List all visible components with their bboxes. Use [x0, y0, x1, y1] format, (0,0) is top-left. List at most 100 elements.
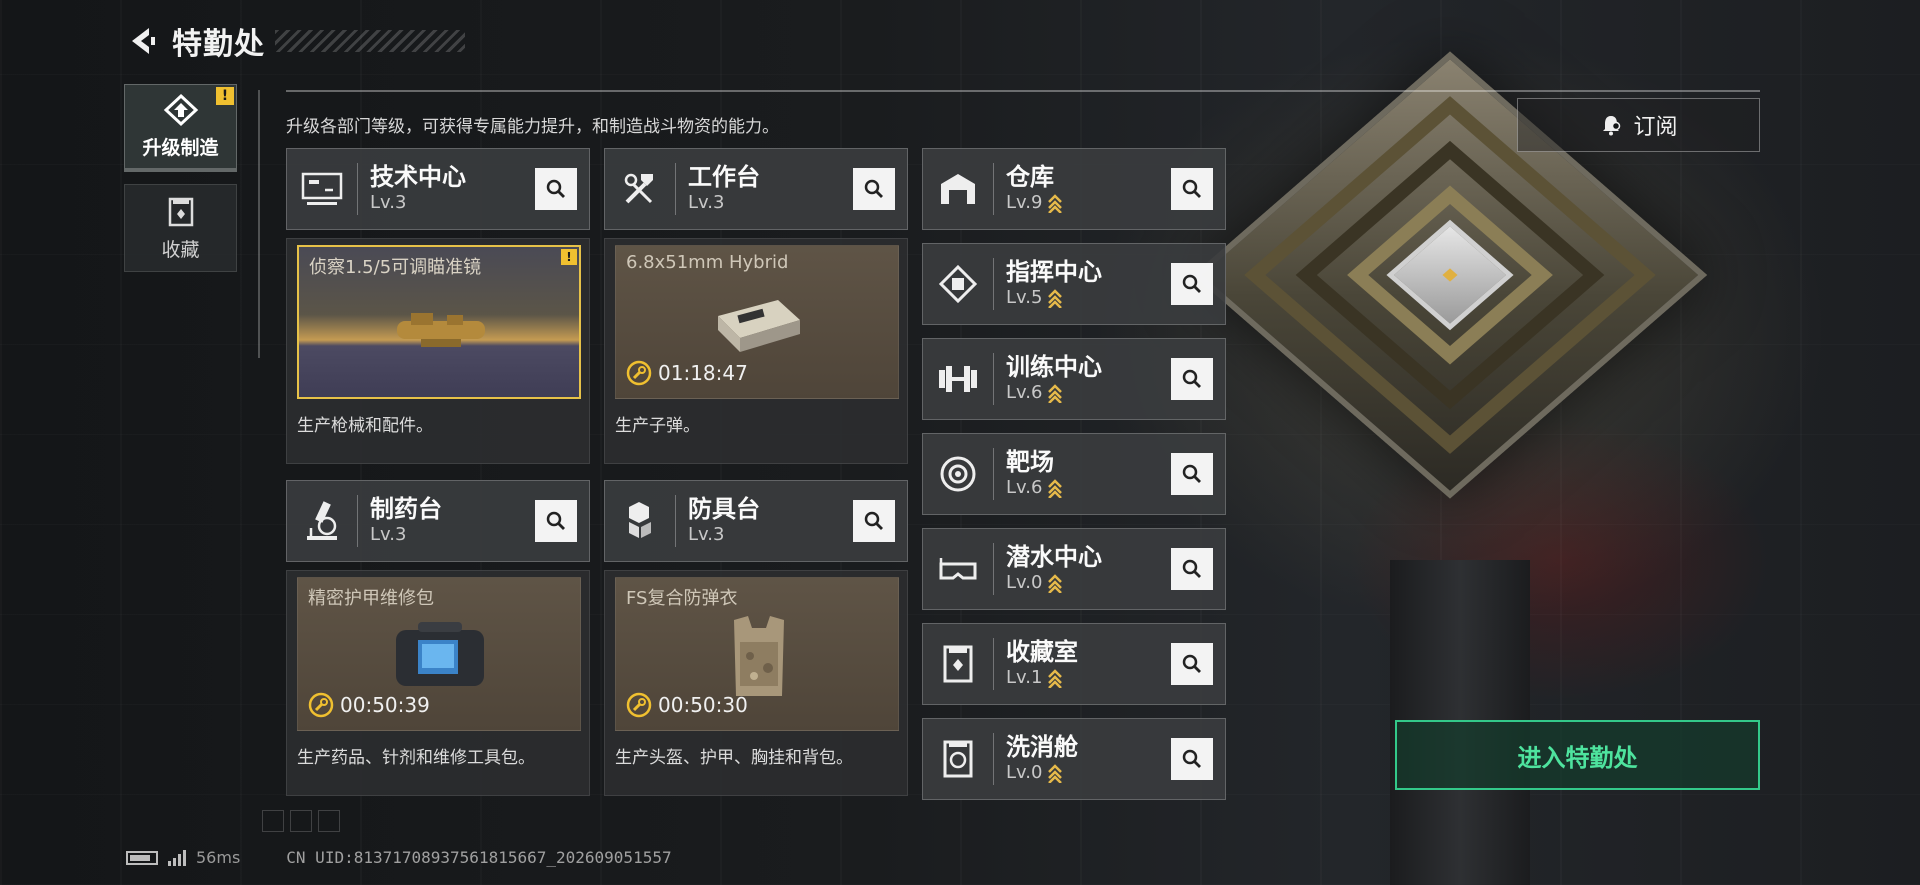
battery-icon [126, 850, 158, 865]
tools-icon [624, 173, 653, 204]
upgrade-available-icon [1048, 479, 1063, 498]
search-icon [864, 511, 883, 530]
search-button[interactable] [1171, 263, 1213, 305]
nav-collection[interactable]: 收藏 [124, 184, 237, 272]
station-collection-room[interactable]: 收藏室 Lv.1 [922, 623, 1226, 705]
station-name: 靶场 [1006, 448, 1054, 476]
station-info: 防具台 Lv.3 [688, 495, 853, 547]
search-icon [1182, 749, 1201, 768]
timer-value: 00:50:39 [340, 693, 430, 717]
wrench-timer-icon [626, 692, 652, 718]
station-name: 工作台 [688, 163, 760, 191]
product-name: 精密护甲维修包 [308, 588, 434, 609]
bell-icon [1603, 116, 1621, 136]
search-icon [1182, 274, 1201, 293]
target-icon [940, 456, 976, 492]
search-icon [1182, 179, 1201, 198]
enter-special-ops-button[interactable]: 进入特勤处 [1395, 720, 1760, 790]
search-button[interactable] [1171, 548, 1213, 590]
station-level: Lv.6 [1006, 382, 1043, 403]
search-button[interactable] [1171, 453, 1213, 495]
subscribe-button[interactable]: 订阅 [1517, 98, 1760, 152]
search-button[interactable] [1171, 643, 1213, 685]
station-decon-chamber[interactable]: 洗消舱 Lv.0 [922, 718, 1226, 800]
search-button[interactable] [853, 168, 895, 210]
station-level: Lv.3 [688, 192, 725, 213]
station-name: 指挥中心 [1006, 258, 1102, 286]
station-command-center[interactable]: 指挥中心 Lv.5 [922, 243, 1226, 325]
station-tech-center[interactable]: 技术中心 Lv.3 [286, 148, 590, 230]
upgrade-available-icon [1048, 669, 1063, 688]
separator [675, 163, 676, 215]
upgrade-available-icon [1048, 384, 1063, 403]
repair-kit-image [396, 622, 484, 686]
product-slot[interactable]: FS复合防弹衣 00:50:30 [615, 577, 899, 731]
product-slot[interactable]: 精密护甲维修包 00:50:39 [297, 577, 581, 731]
divider-line-vertical [258, 90, 260, 358]
station-level-row: Lv.0 [1006, 571, 1171, 595]
station-info: 靶场 Lv.6 [1006, 448, 1171, 500]
search-button[interactable] [535, 168, 577, 210]
search-icon [546, 179, 565, 198]
station-pharmacy[interactable]: 制药台 Lv.3 [286, 480, 590, 562]
collection-icon [168, 197, 193, 226]
station-training-center[interactable]: 训练中心 Lv.6 [922, 338, 1226, 420]
back-button[interactable] [124, 21, 160, 61]
station-info: 洗消舱 Lv.0 [1006, 733, 1171, 785]
search-button[interactable] [853, 500, 895, 542]
station-diving-center[interactable]: 潜水中心 Lv.0 [922, 528, 1226, 610]
upgrade-available-icon [1048, 194, 1063, 213]
search-icon [1182, 464, 1201, 483]
station-level-row: Lv.1 [1006, 666, 1171, 690]
product-slot[interactable]: 6.8x51mm Hybrid 01:18:47 [615, 245, 899, 399]
separator [675, 495, 676, 547]
station-warehouse[interactable]: 仓库 Lv.9 [922, 148, 1226, 230]
search-button[interactable] [535, 500, 577, 542]
separator [357, 495, 358, 547]
station-info: 收藏室 Lv.1 [1006, 638, 1171, 690]
search-icon [1182, 559, 1201, 578]
station-armor[interactable]: 防具台 Lv.3 [604, 480, 908, 562]
separator [993, 448, 994, 500]
station-pharmacy-panel: 精密护甲维修包 00:50:39 生产药品、针剂和维修工具包。 [286, 570, 590, 796]
back-arrow-icon [132, 28, 155, 54]
product-name: FS复合防弹衣 [626, 588, 738, 609]
ammo-box-image [718, 300, 800, 352]
station-workbench-panel: 6.8x51mm Hybrid 01:18:47 生产子弹。 [604, 238, 908, 464]
station-name: 潜水中心 [1006, 543, 1102, 571]
page-description: 升级各部门等级，可获得专属能力提升，和制造战斗物资的能力。 [286, 117, 779, 137]
station-info: 工作台 Lv.3 [688, 163, 853, 215]
product-slot[interactable]: ! 侦察1.5/5可调瞄准镜 [297, 245, 581, 399]
station-info: 仓库 Lv.9 [1006, 163, 1171, 215]
wrench-timer-icon [626, 360, 652, 386]
station-description: 生产头盔、护甲、胸挂和背包。 [615, 748, 853, 768]
collection-room-icon [943, 645, 973, 683]
station-name: 收藏室 [1006, 638, 1078, 666]
station-name: 训练中心 [1006, 353, 1102, 381]
wrench-timer-icon [308, 692, 334, 718]
station-description: 生产药品、针剂和维修工具包。 [297, 748, 535, 768]
station-workbench[interactable]: 工作台 Lv.3 [604, 148, 908, 230]
decorative-squares [262, 810, 340, 832]
separator [993, 258, 994, 310]
separator [993, 638, 994, 690]
search-button[interactable] [1171, 358, 1213, 400]
search-icon [546, 511, 565, 530]
station-level-row: Lv.6 [1006, 476, 1171, 500]
station-level: Lv.3 [370, 192, 407, 213]
divider-line [286, 90, 1760, 92]
nav-label: 升级制造 [142, 137, 219, 159]
search-button[interactable] [1171, 738, 1213, 780]
station-shooting-range[interactable]: 靶场 Lv.6 [922, 433, 1226, 515]
station-armor-panel: FS复合防弹衣 00:50:30 生产头盔、护甲、胸挂和背包。 [604, 570, 908, 796]
ping-value: 56ms [196, 848, 241, 867]
status-footer: 56ms CN UID:8137170893756181566​7_202609… [126, 848, 672, 867]
search-button[interactable] [1171, 168, 1213, 210]
station-level-row: Lv.5 [1006, 286, 1171, 310]
station-name: 防具台 [688, 495, 760, 523]
station-name: 洗消舱 [1006, 733, 1078, 761]
nav-label: 收藏 [161, 238, 200, 261]
station-info: 训练中心 Lv.6 [1006, 353, 1171, 405]
nav-upgrade-build[interactable]: ! 升级制造 [124, 84, 237, 172]
upgrade-build-icon [163, 93, 198, 127]
